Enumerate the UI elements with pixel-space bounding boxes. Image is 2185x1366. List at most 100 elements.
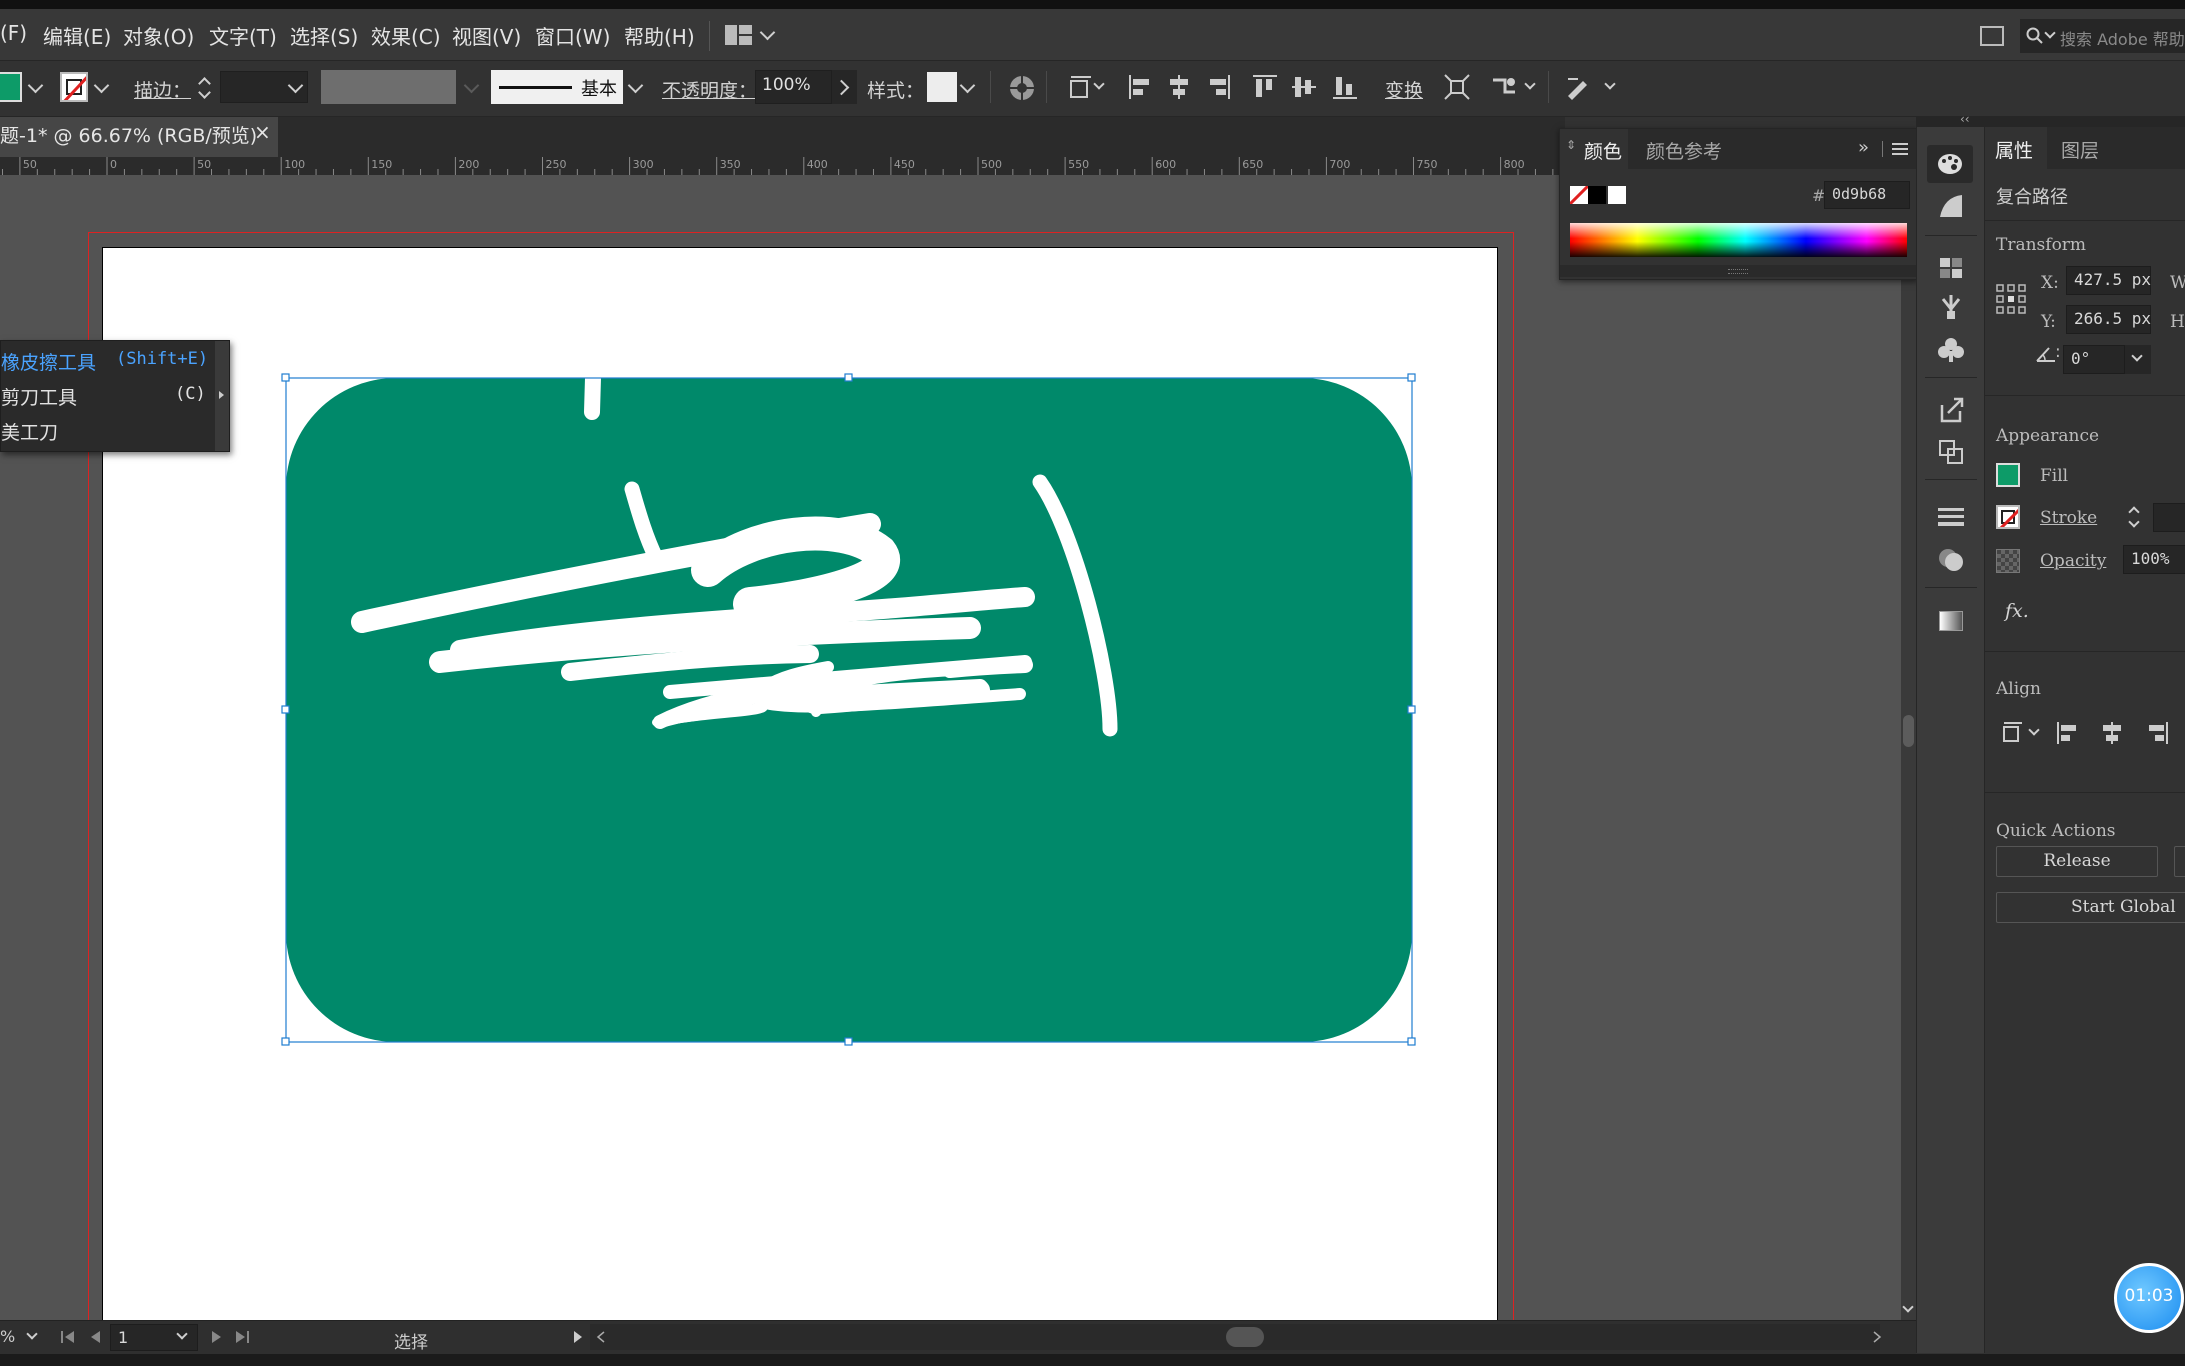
- angle-dropdown[interactable]: [2125, 345, 2151, 374]
- align-to-icon[interactable]: [2002, 721, 2028, 745]
- tab-properties[interactable]: 属性: [1985, 127, 2047, 169]
- color-panel-button[interactable]: [1927, 145, 1973, 183]
- align-to-chevron-icon[interactable]: [2028, 724, 2040, 736]
- opacity-link[interactable]: Opacity: [2040, 551, 2106, 571]
- puppet-warp-icon[interactable]: [1491, 74, 1517, 100]
- stroke-label[interactable]: 描边：: [134, 76, 191, 103]
- y-position-field[interactable]: 266.5 px: [2066, 305, 2151, 334]
- rotate-angle-field[interactable]: 0°: [2063, 345, 2125, 374]
- tab-color-guide[interactable]: 颜色参考: [1646, 137, 1722, 164]
- appearance-stroke-weight-field[interactable]: [2153, 503, 2185, 532]
- search-box[interactable]: 搜索 Adobe 帮助: [2020, 19, 2185, 53]
- menu-edit[interactable]: 编辑(E): [43, 21, 111, 50]
- opacity-expand-button[interactable]: [832, 70, 857, 104]
- brushes-icon[interactable]: [1939, 293, 1963, 321]
- align-to-chevron-icon[interactable]: [1093, 78, 1105, 90]
- export-asset-icon[interactable]: [1938, 397, 1964, 423]
- variable-width-profile[interactable]: [321, 70, 456, 104]
- opacity-label[interactable]: 不透明度：: [662, 76, 757, 103]
- gradient-icon[interactable]: [1939, 611, 1963, 631]
- stroke-weight-stepper[interactable]: [2125, 503, 2145, 533]
- horizontal-scrollbar[interactable]: [590, 1324, 1882, 1350]
- collapse-dock-icon[interactable]: ‹‹: [1960, 112, 1970, 126]
- menu-view[interactable]: 视图(V): [452, 21, 521, 50]
- fx-effects-icon[interactable]: fx.: [2005, 600, 2029, 622]
- last-artboard-icon[interactable]: [234, 1329, 250, 1345]
- menu-select[interactable]: 选择(S): [290, 21, 358, 50]
- tab-layers[interactable]: 图层: [2061, 136, 2099, 163]
- pathfinder-icon[interactable]: [1938, 439, 1964, 465]
- stroke-panel-icon[interactable]: [1938, 507, 1964, 527]
- appearance-fill-swatch[interactable]: [1996, 463, 2020, 487]
- recording-timer-badge[interactable]: 01:03: [2114, 1263, 2184, 1333]
- appearance-opacity-field[interactable]: 100%: [2123, 545, 2185, 574]
- vertical-scroll-thumb[interactable]: [1903, 715, 1914, 747]
- scroll-right-icon[interactable]: [1872, 1331, 1882, 1343]
- align-vertical-center-icon[interactable]: [1291, 74, 1317, 100]
- stroke-dropdown-icon[interactable]: [93, 77, 110, 94]
- stroke-color-swatch[interactable]: [60, 72, 88, 102]
- flyout-item-knife[interactable]: 美工刀: [1, 415, 211, 449]
- control-bar-options-chevron-icon[interactable]: [1604, 78, 1616, 90]
- status-menu-arrow-icon[interactable]: [572, 1330, 584, 1344]
- flyout-item-scissors[interactable]: 剪刀工具 (C): [1, 380, 211, 414]
- align-top-icon[interactable]: [1252, 74, 1278, 100]
- vertical-scrollbar[interactable]: [1901, 175, 1916, 1320]
- tearoff-strip[interactable]: [215, 341, 229, 451]
- align-horizontal-center-icon[interactable]: [1167, 74, 1191, 100]
- flyout-item-eraser[interactable]: 橡皮擦工具 (Shift+E): [1, 345, 211, 379]
- recolor-artwork-icon[interactable]: [1008, 74, 1036, 102]
- fill-dropdown-icon[interactable]: [27, 77, 44, 94]
- symbols-club-icon[interactable]: [1938, 337, 1964, 363]
- align-bottom-icon[interactable]: [1332, 74, 1358, 100]
- edit-toolbar-icon[interactable]: [1565, 74, 1593, 100]
- opacity-field[interactable]: 100%: [755, 70, 832, 104]
- transform-link[interactable]: 变换: [1385, 76, 1423, 103]
- align-to-selection-icon[interactable]: [1068, 74, 1094, 100]
- panel-resize-bar[interactable]: [1560, 265, 1917, 277]
- swatches-icon[interactable]: [1939, 257, 1963, 279]
- scroll-left-icon[interactable]: [596, 1331, 606, 1343]
- black-swatch[interactable]: [1588, 186, 1606, 204]
- align-left-icon[interactable]: [2056, 721, 2078, 745]
- brush-definition-dropdown[interactable]: 基本: [491, 70, 623, 104]
- transparency-icon[interactable]: [1937, 547, 1965, 573]
- menu-window[interactable]: 窗口(W): [535, 21, 610, 50]
- release-button[interactable]: Release: [1996, 846, 2158, 877]
- style-chevron-icon[interactable]: [959, 77, 976, 94]
- fill-color-swatch[interactable]: [0, 72, 22, 102]
- none-swatch[interactable]: [1570, 186, 1588, 204]
- menu-help[interactable]: 帮助(H): [624, 21, 695, 50]
- align-right-icon[interactable]: [1207, 74, 1231, 100]
- color-guide-icon[interactable]: [1938, 193, 1964, 219]
- horizontal-ruler[interactable]: 50 0 50 100 150 200 250 300 350 400 450 500 550 600 65…: [0, 157, 1565, 176]
- arrange-documents-icon[interactable]: [1980, 26, 2004, 46]
- close-tab-icon[interactable]: ×: [254, 120, 271, 144]
- compound-path-shape[interactable]: [280, 372, 1418, 1048]
- white-swatch[interactable]: [1608, 186, 1626, 204]
- stroke-link[interactable]: Stroke: [2040, 508, 2097, 528]
- menu-object[interactable]: 对象(O): [123, 21, 194, 50]
- panel-menu-icon[interactable]: [1892, 142, 1908, 156]
- horizontal-scroll-thumb[interactable]: [1226, 1327, 1264, 1347]
- menu-file[interactable]: (F): [0, 21, 27, 45]
- second-quick-action-button[interactable]: [2174, 846, 2185, 877]
- artboard-number-field[interactable]: 1: [110, 1324, 198, 1351]
- puppet-chevron-icon[interactable]: [1524, 78, 1536, 90]
- zoom-chevron-icon[interactable]: [26, 1328, 38, 1340]
- align-right-icon[interactable]: [2147, 721, 2169, 745]
- align-horizontal-center-icon[interactable]: [2101, 721, 2123, 745]
- x-position-field[interactable]: 427.5 px: [2066, 266, 2151, 295]
- next-artboard-icon[interactable]: [210, 1329, 224, 1345]
- menu-type[interactable]: 文字(T): [209, 21, 277, 50]
- tab-color[interactable]: ⇕ 颜色: [1560, 129, 1628, 169]
- appearance-stroke-swatch[interactable]: [1996, 505, 2020, 529]
- start-global-edit-button[interactable]: Start Global: [1996, 892, 2185, 923]
- isolate-object-icon[interactable]: [1444, 74, 1470, 100]
- menu-effect[interactable]: 效果(C): [371, 21, 441, 50]
- color-spectrum[interactable]: [1570, 223, 1907, 257]
- hex-value-field[interactable]: 0d9b68: [1824, 181, 1910, 209]
- workspace-chevron-down-icon[interactable]: [759, 24, 776, 41]
- previous-artboard-icon[interactable]: [88, 1329, 102, 1345]
- panel-collapse-arrows-icon[interactable]: ⇕: [1566, 138, 1576, 152]
